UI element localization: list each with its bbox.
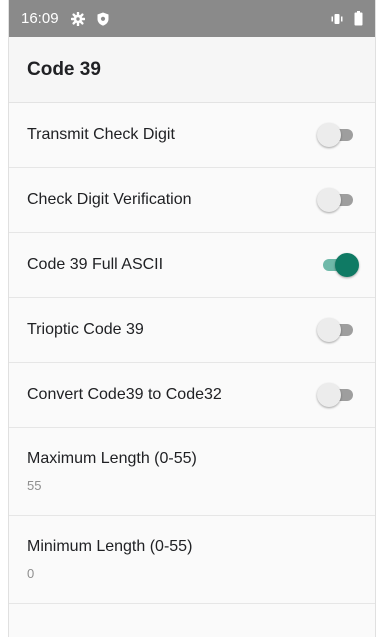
setting-label: Check Digit Verification [27, 191, 192, 208]
shield-icon [97, 12, 109, 26]
setting-value: 55 [27, 478, 42, 493]
convert-code39-to-code32-switch[interactable] [317, 383, 357, 407]
setting-label: Minimum Length (0-55) [27, 538, 193, 555]
settings-list: Transmit Check Digit Check Digit Verific… [9, 103, 375, 604]
check-digit-verification-switch[interactable] [317, 188, 357, 212]
vibrate-icon [330, 13, 344, 25]
setting-code39-full-ascii[interactable]: Code 39 Full ASCII [9, 233, 375, 298]
setting-check-digit-verification[interactable]: Check Digit Verification [9, 168, 375, 233]
setting-minimum-length[interactable]: Minimum Length (0-55) 0 [9, 516, 375, 604]
page-title: Code 39 [27, 58, 101, 80]
setting-label: Code 39 Full ASCII [27, 256, 164, 273]
setting-value: 0 [27, 566, 35, 581]
setting-transmit-check-digit[interactable]: Transmit Check Digit [9, 103, 375, 168]
setting-trioptic-code39[interactable]: Trioptic Code 39 [9, 298, 375, 363]
setting-convert-code39-to-code32[interactable]: Convert Code39 to Code32 [9, 363, 375, 428]
gear-icon [70, 11, 85, 26]
trioptic-code39-switch[interactable] [317, 318, 357, 342]
app-bar: Code 39 [9, 37, 375, 103]
screen: 16:09 Code 39 Transmit Check Digit Check… [8, 0, 376, 637]
transmit-check-digit-switch[interactable] [317, 123, 357, 147]
setting-label: Maximum Length (0-55) [27, 450, 197, 467]
status-bar: 16:09 [9, 0, 375, 37]
code39-full-ascii-switch[interactable] [317, 253, 359, 277]
setting-maximum-length[interactable]: Maximum Length (0-55) 55 [9, 428, 375, 516]
setting-label: Convert Code39 to Code32 [27, 386, 222, 403]
clock: 16:09 [21, 10, 59, 27]
setting-label: Trioptic Code 39 [27, 321, 144, 338]
setting-label: Transmit Check Digit [27, 126, 175, 143]
battery-icon [354, 11, 363, 26]
